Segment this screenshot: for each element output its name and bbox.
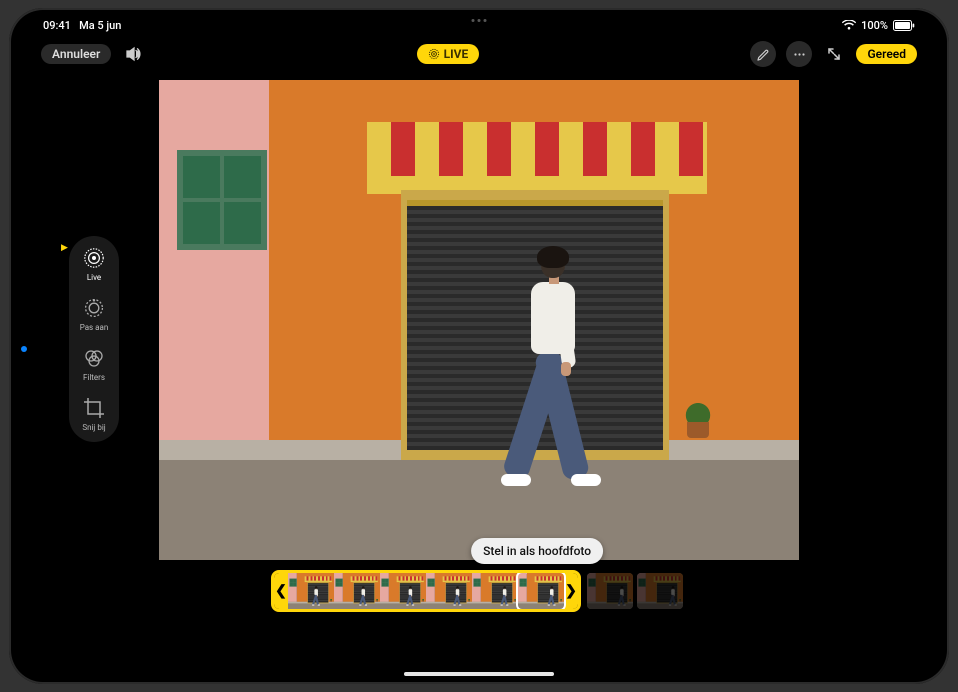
filmstrip-frame-outside[interactable]	[637, 573, 683, 609]
battery-percent: 100%	[861, 19, 888, 32]
tool-live-label: Live	[87, 273, 101, 282]
filmstrip-frame[interactable]	[426, 573, 472, 609]
live-photo-filmstrip: ❮ ❯	[271, 570, 687, 612]
live-badge[interactable]: LIVE	[417, 44, 480, 64]
tool-filters-label: Filters	[83, 373, 105, 382]
volume-button[interactable]	[121, 42, 145, 66]
tool-adjust[interactable]: Pas aan	[80, 296, 109, 332]
photo-preview[interactable]	[159, 80, 799, 560]
tool-adjust-label: Pas aan	[80, 323, 109, 332]
filmstrip-frames	[288, 573, 564, 609]
cancel-button-label: Annuleer	[52, 47, 100, 61]
done-button[interactable]: Gereed	[856, 44, 917, 64]
filmstrip-trim-range[interactable]: ❮ ❯	[271, 570, 581, 612]
adjust-icon	[82, 296, 106, 320]
edit-toolbar: Annuleer LIVE Gereed	[9, 38, 949, 70]
tool-crop-label: Snij bij	[82, 423, 105, 432]
trim-handle-right[interactable]: ❯	[564, 573, 578, 609]
trim-handle-left[interactable]: ❮	[274, 573, 288, 609]
home-indicator[interactable]	[404, 672, 554, 676]
set-key-photo-button[interactable]: Stel in als hoofdfoto	[471, 538, 603, 564]
filmstrip-frame[interactable]	[288, 573, 334, 609]
cancel-button[interactable]: Annuleer	[41, 44, 111, 64]
tool-live[interactable]: Live	[82, 246, 106, 282]
live-target-icon	[428, 48, 440, 60]
tool-crop[interactable]: Snij bij	[82, 396, 106, 432]
markup-button[interactable]	[750, 41, 776, 67]
done-button-label: Gereed	[867, 47, 906, 61]
battery-icon	[893, 20, 915, 31]
filmstrip-frame[interactable]	[472, 573, 518, 609]
wifi-icon	[842, 20, 856, 30]
fullscreen-button[interactable]	[822, 42, 846, 66]
live-target-icon	[82, 246, 106, 270]
filmstrip-frame-outside[interactable]	[587, 573, 633, 609]
side-tool-active-caret: ▶	[61, 243, 68, 253]
status-left: 09:41 Ma 5 jun	[43, 19, 121, 32]
status-time: 09:41	[43, 19, 71, 32]
photo-content	[159, 80, 799, 560]
edit-side-toolbar: Live Pas aan Filters Snij bij	[69, 236, 119, 442]
filmstrip-frames-outside	[587, 573, 687, 609]
filmstrip-frame[interactable]	[380, 573, 426, 609]
markup-icon	[756, 47, 771, 62]
ipad-photos-edit-screen: 09:41 Ma 5 jun 100% Annuleer	[9, 8, 949, 684]
side-indicator-dot	[21, 346, 27, 352]
volume-icon	[124, 45, 142, 63]
status-right: 100%	[842, 19, 915, 32]
filmstrip-frame[interactable]	[334, 573, 380, 609]
set-key-photo-label: Stel in als hoofdfoto	[483, 544, 591, 558]
live-badge-label: LIVE	[444, 47, 469, 61]
more-button[interactable]	[786, 41, 812, 67]
crop-icon	[82, 396, 106, 420]
more-icon	[792, 47, 807, 62]
fullscreen-icon	[826, 46, 842, 62]
status-date: Ma 5 jun	[79, 19, 121, 32]
multitask-dots[interactable]	[472, 19, 487, 22]
filters-icon	[82, 346, 106, 370]
filmstrip-frame[interactable]	[518, 573, 564, 609]
tool-filters[interactable]: Filters	[82, 346, 106, 382]
